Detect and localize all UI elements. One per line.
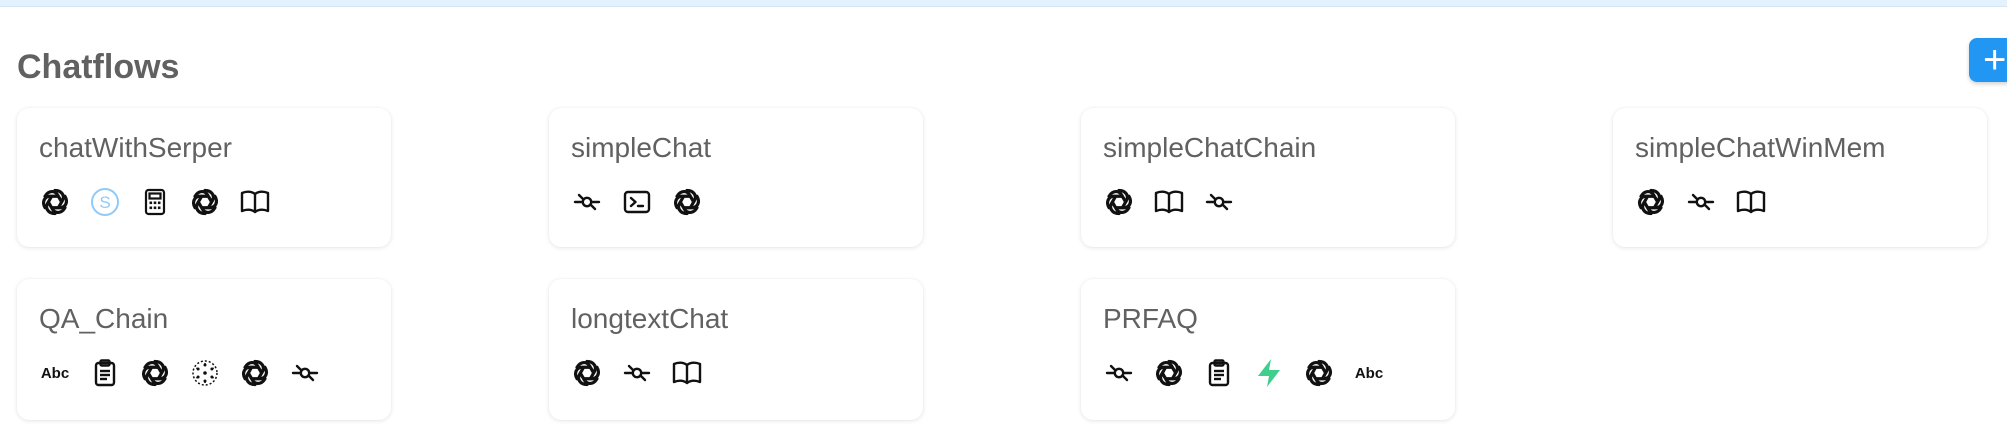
- add-chatflow-button[interactable]: +: [1969, 38, 2007, 82]
- clipboard-icon: [1203, 357, 1235, 389]
- page-title: Chatflows: [17, 48, 180, 86]
- chain-icon: [1203, 186, 1235, 218]
- chatflow-name: PRFAQ: [1103, 303, 1198, 334]
- text-splitter-label: Abc: [40, 364, 70, 382]
- openai-icon: [39, 186, 71, 218]
- chatflow-card[interactable]: PRFAQ Abc: [1081, 279, 1455, 420]
- chatflow-card[interactable]: simpleChat: [549, 108, 923, 247]
- chatflow-name: simpleChatWinMem: [1635, 132, 1886, 163]
- node-icons: [1103, 186, 1235, 218]
- openai-icon: [139, 357, 171, 389]
- node-icons: [571, 186, 703, 218]
- terminal-icon: [621, 186, 653, 218]
- book-icon: [1735, 186, 1767, 218]
- chatflow-card[interactable]: longtextChat: [549, 279, 923, 420]
- book-icon: [239, 186, 271, 218]
- openai-icon: [1303, 357, 1335, 389]
- text-splitter-icon: Abc: [1353, 357, 1385, 389]
- chain-icon: [571, 186, 603, 218]
- chatflow-name: QA_Chain: [39, 303, 169, 334]
- chain-icon: [289, 357, 321, 389]
- book-icon: [671, 357, 703, 389]
- openai-icon: [239, 357, 271, 389]
- chatflow-name: simpleChat: [571, 132, 712, 163]
- openai-icon: [571, 357, 603, 389]
- plus-icon: +: [1983, 38, 2007, 82]
- openai-icon: [1153, 357, 1185, 389]
- node-icons: Abc: [39, 357, 321, 389]
- chatflow-name: chatWithSerper: [39, 132, 232, 163]
- chatflow-card[interactable]: chatWithSerper S: [17, 108, 391, 247]
- node-icons: Abc: [1103, 357, 1385, 389]
- chain-icon: [621, 357, 653, 389]
- chatflow-card[interactable]: QA_Chain Abc: [17, 279, 391, 420]
- embeddings-icon: [189, 357, 221, 389]
- text-splitter-icon: Abc: [39, 357, 71, 389]
- clipboard-icon: [89, 357, 121, 389]
- node-icons: [1635, 186, 1767, 218]
- openai-icon: [671, 186, 703, 218]
- supabase-icon: [1253, 357, 1285, 389]
- svg-text:S: S: [99, 193, 110, 212]
- chatflow-name: simpleChatChain: [1103, 132, 1317, 163]
- text-splitter-label: Abc: [1354, 364, 1384, 382]
- openai-icon: [1103, 186, 1135, 218]
- serper-icon: S: [89, 186, 121, 218]
- top-app-bar: [0, 0, 2007, 7]
- chatflow-card[interactable]: simpleChatChain: [1081, 108, 1455, 247]
- node-icons: [571, 357, 703, 389]
- chain-icon: [1685, 186, 1717, 218]
- chatflow-card[interactable]: simpleChatWinMem: [1613, 108, 1987, 247]
- openai-icon: [189, 186, 221, 218]
- chain-icon: [1103, 357, 1135, 389]
- chatflow-name: longtextChat: [571, 303, 729, 334]
- calculator-icon: [139, 186, 171, 218]
- openai-icon: [1635, 186, 1667, 218]
- node-icons: S: [39, 186, 271, 218]
- book-icon: [1153, 186, 1185, 218]
